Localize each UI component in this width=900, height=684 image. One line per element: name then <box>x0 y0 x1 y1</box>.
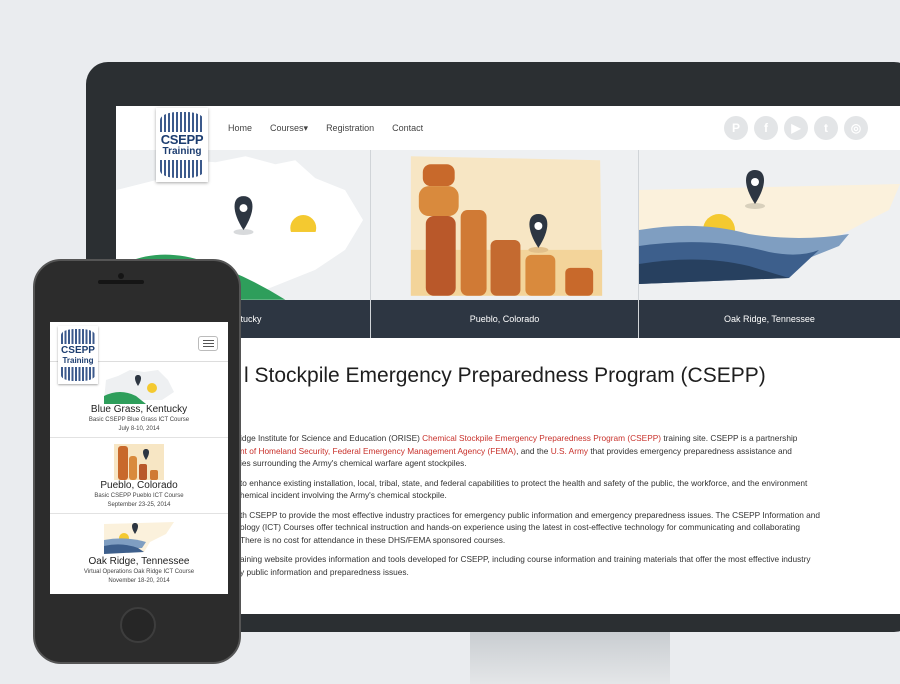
course-name: Basic CSEPP Pueblo ICT Course <box>94 493 184 499</box>
colorado-illustration <box>371 150 638 300</box>
tennessee-thumbnail <box>104 522 174 554</box>
mobile-course-item[interactable]: Oak Ridge, Tennessee Virtual Operations … <box>50 514 228 590</box>
logo-text-training: Training <box>62 356 94 365</box>
site-header: CSEPP Training Home Courses▾ Registratio… <box>116 106 900 182</box>
logo-swirl-top <box>160 112 204 132</box>
text: , and the <box>516 445 551 456</box>
course-location: Oak Ridge, Tennessee <box>88 556 190 567</box>
text: idge Institute for Science and Education… <box>240 433 423 443</box>
nav-home[interactable]: Home <box>228 123 252 133</box>
course-location: Pueblo, Colorado <box>100 480 178 491</box>
logo-swirl-bottom <box>61 367 95 381</box>
course-dates: September 23-25, 2014 <box>107 502 171 508</box>
text: hemical incident involving the Army's ch… <box>240 490 447 500</box>
text: ology (ICT) Courses offer technical inst… <box>240 522 801 532</box>
text: training site. CSEPP is a partnership <box>661 433 798 443</box>
course-dates: November 18-20, 2014 <box>108 578 170 584</box>
caret-down-icon: ▾ <box>303 122 309 133</box>
paragraph-3: th CSEPP to provide the most effective i… <box>240 509 900 547</box>
phone-home-button <box>120 607 156 643</box>
phone-speaker <box>98 280 144 284</box>
instagram-icon[interactable]: ◎ <box>844 116 868 140</box>
hamburger-menu-icon[interactable] <box>198 336 218 351</box>
nav-courses-label: Courses <box>270 122 304 133</box>
course-name: Virtual Operations Oak Ridge ICT Course <box>83 569 195 575</box>
panel-colorado[interactable]: Pueblo, Colorado <box>371 150 639 338</box>
panel-caption: Oak Ridge, Tennessee <box>639 300 900 338</box>
nav-courses[interactable]: Courses▾ <box>270 123 308 134</box>
text: There is no cost for attendance in these… <box>240 534 506 545</box>
social-links: P f ▶ t ◎ <box>724 116 868 140</box>
mobile-header: CSEPP Training <box>50 322 228 384</box>
paragraph-4: aining website provides information and … <box>240 553 900 578</box>
text: ies surrounding the Army's chemical warf… <box>240 458 467 468</box>
mobile-logo[interactable]: CSEPP Training <box>58 326 98 384</box>
pinterest-icon[interactable]: P <box>724 116 748 140</box>
text: that provides emergency preparedness ass… <box>588 445 792 456</box>
text: to enhance existing installation, local,… <box>240 477 808 488</box>
logo-text-csepp: CSEPP <box>61 345 95 356</box>
army-link[interactable]: U.S. Army <box>551 446 588 456</box>
text: y public information and preparedness is… <box>240 566 409 577</box>
youtube-icon[interactable]: ▶ <box>784 116 808 140</box>
logo-swirl-top <box>61 329 95 344</box>
paragraph-2: to enhance existing installation, local,… <box>240 477 900 502</box>
site-logo[interactable]: CSEPP Training <box>156 108 208 182</box>
kentucky-thumbnail <box>104 370 174 404</box>
nav-contact[interactable]: Contact <box>392 123 423 133</box>
panel-tennessee[interactable]: Oak Ridge, Tennessee <box>639 150 900 338</box>
logo-text-csepp: CSEPP <box>160 132 204 147</box>
course-dates: July 8-10, 2014 <box>118 426 160 432</box>
paragraph-1: idge Institute for Science and Education… <box>240 432 900 470</box>
phone-camera <box>118 273 124 279</box>
nav-registration[interactable]: Registration <box>326 123 374 133</box>
monitor-stand <box>470 632 670 684</box>
mobile-course-item[interactable]: Pueblo, Colorado Basic CSEPP Pueblo ICT … <box>50 438 228 514</box>
facebook-icon[interactable]: f <box>754 116 778 140</box>
colorado-thumbnail <box>114 444 164 480</box>
text: aining website provides information and … <box>240 554 811 564</box>
tennessee-illustration <box>639 150 900 300</box>
panel-caption: Pueblo, Colorado <box>371 300 638 338</box>
course-name: Basic CSEPP Blue Grass ICT Course <box>88 417 190 423</box>
mobile-screen: CSEPP Training Blue Grass, Kentucky Basi… <box>50 322 228 594</box>
course-location: Blue Grass, Kentucky <box>90 404 188 415</box>
logo-swirl-bottom <box>160 160 204 178</box>
fema-link[interactable]: nt of Homeland Security, Federal Emergen… <box>240 446 516 456</box>
twitter-icon[interactable]: t <box>814 116 838 140</box>
csepp-link[interactable]: Chemical Stockpile Emergency Preparednes… <box>422 433 661 443</box>
logo-text-training: Training <box>162 146 202 157</box>
text: th CSEPP to provide the most effective i… <box>240 509 821 520</box>
main-nav: Home Courses▾ Registration Contact <box>228 106 423 150</box>
